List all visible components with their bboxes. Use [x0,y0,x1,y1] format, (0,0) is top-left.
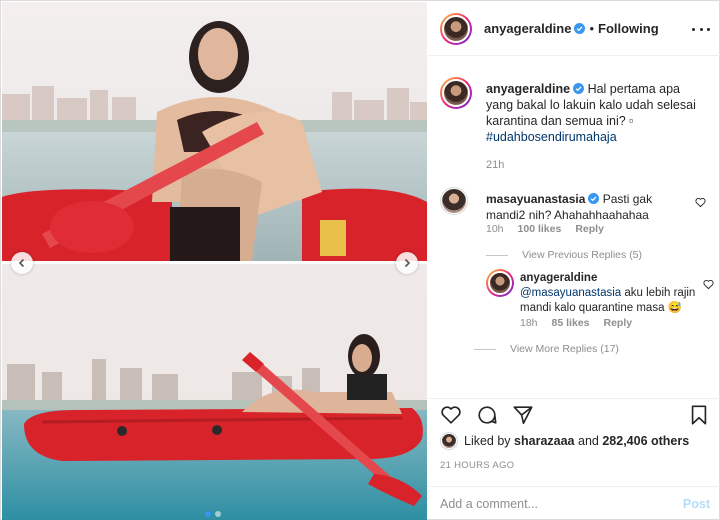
comment-time[interactable]: 10h [486,223,504,235]
liked-by-middle: and [578,434,599,448]
caption-text: anyageraldine Hal pertama apa yang bakal… [486,81,706,145]
post-header: anyageraldine • Following [428,2,720,56]
reply-time[interactable]: 18h [520,317,538,329]
avatar[interactable] [440,187,468,215]
comment-text: masayuanastasia Pasti gak mandi2 nih? Ah… [486,191,686,223]
post-media [2,2,427,520]
chevron-left-icon [18,258,25,268]
verified-badge-icon [588,193,600,204]
divider [474,348,496,350]
separator: • [589,21,594,36]
share-send-icon[interactable] [512,404,534,426]
action-bar [428,398,720,428]
comment-likes[interactable]: 100 likes [518,223,562,235]
avatar[interactable] [440,77,472,109]
mention-link[interactable]: @masayuanastasia [520,287,621,299]
comment-bubble-icon[interactable] [476,404,498,426]
reply-likes[interactable]: 85 likes [552,317,590,329]
verified-badge-icon [573,83,585,94]
reply-meta: 18h 85 likes Reply [520,317,632,329]
more-options-icon[interactable] [692,21,710,37]
liker-avatar[interactable] [440,432,458,450]
comments-list: anyageraldine Hal pertama apa yang bakal… [428,57,720,397]
avatar[interactable] [486,269,514,297]
hashtag-link[interactable]: #udahbosendirumahaja [486,130,617,144]
comment-input[interactable] [440,495,670,513]
view-previous-replies[interactable]: View Previous Replies (5) [486,249,642,261]
carousel-next-button[interactable] [396,252,418,274]
reply-username[interactable]: anyageraldine [520,272,597,284]
carousel-prev-button[interactable] [11,252,33,274]
liked-by-user[interactable]: sharazaaa [514,434,574,448]
avatar[interactable] [440,12,472,45]
reply-text: anyageraldine @masayuanastasia aku lebih… [520,271,696,316]
add-comment-bar: Post [428,486,720,520]
heart-icon[interactable] [695,197,706,208]
carousel-indicator [205,511,221,517]
following-button[interactable]: Following [598,21,659,36]
reply-emoji: 😅 [667,302,682,314]
caption-username[interactable]: anyageraldine [486,82,570,96]
like-heart-icon[interactable] [440,404,462,426]
caption-time[interactable]: 21h [486,159,504,171]
view-previous-replies-label: View Previous Replies (5) [522,249,643,261]
post-sidebar: anyageraldine • Following anyageraldine … [428,2,720,520]
bookmark-icon[interactable] [688,404,710,426]
divider [486,254,508,256]
likes-summary: Liked by sharazaaa and 282,406 others [440,432,715,450]
carousel-dot [205,511,211,517]
verified-badge-icon [574,23,586,34]
chevron-right-icon [404,258,411,268]
comment-reply-button[interactable]: Reply [575,223,604,235]
photo-top [2,2,427,261]
comment-meta: 10h 100 likes Reply [486,223,604,235]
heart-icon[interactable] [703,279,714,290]
post-comment-button[interactable]: Post [683,497,710,511]
post-timestamp[interactable]: 21 HOURS AGO [440,460,514,471]
carousel-dot [215,511,221,517]
author-username[interactable]: anyageraldine [484,21,571,36]
liked-by-prefix: Liked by [464,434,511,448]
view-more-replies[interactable]: View More Replies (17) [474,343,619,355]
post-modal: anyageraldine • Following anyageraldine … [0,0,720,520]
view-more-replies-label: View More Replies (17) [510,343,619,355]
photo-bottom [2,264,427,520]
caption-emoji: ▫ [629,114,634,128]
comment-username[interactable]: masayuanastasia [486,192,585,206]
reply-reply-button[interactable]: Reply [603,317,632,329]
liked-by-count[interactable]: 282,406 others [602,434,689,448]
